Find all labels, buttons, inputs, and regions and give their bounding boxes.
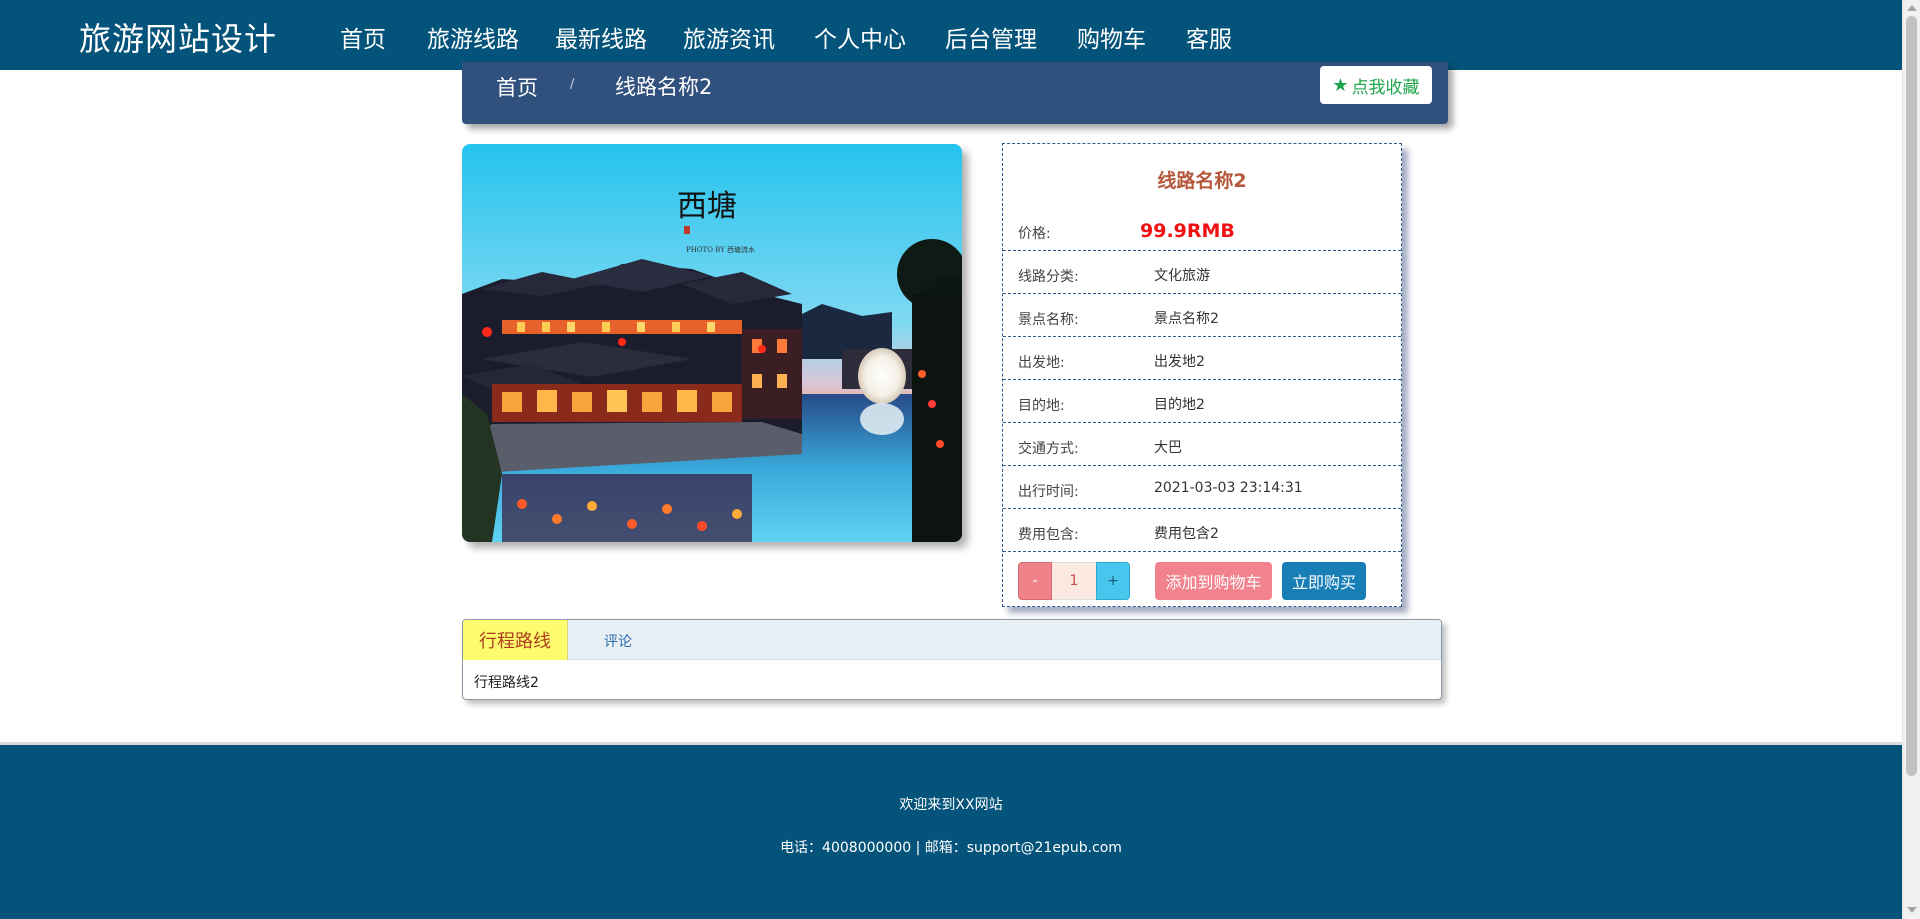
info-value: 景点名称2 [1154, 311, 1219, 327]
tab-content: 行程路线2 [474, 675, 539, 691]
info-row-scenic-spot: 景点名称: 景点名称2 [1003, 294, 1401, 337]
price-value: 99.9RMB [1140, 220, 1235, 242]
page-scrollbar[interactable] [1902, 0, 1920, 919]
route-title: 线路名称2 [1157, 170, 1247, 192]
tab-comments[interactable]: 评论 [604, 631, 632, 651]
breadcrumb-separator: / [570, 77, 575, 92]
scrollbar-thumb[interactable] [1906, 16, 1917, 776]
info-row-destination: 目的地: 目的地2 [1003, 380, 1401, 423]
nav-item-news[interactable]: 旅游资讯 [683, 20, 775, 54]
info-label: 线路分类: [1018, 269, 1079, 285]
route-info-panel: 线路名称2 价格: 99.9RMB 线路分类: 文化旅游 景点名称: 景点名称2… [1002, 143, 1402, 607]
info-row-travel-time: 出行时间: 2021-03-03 23:14:31 [1003, 466, 1401, 509]
nav-item-latest-routes[interactable]: 最新线路 [555, 20, 647, 54]
nav-item-admin[interactable]: 后台管理 [945, 20, 1037, 54]
info-value: 出发地2 [1154, 354, 1205, 370]
scroll-up-icon[interactable] [1907, 5, 1917, 11]
scroll-down-icon[interactable] [1907, 907, 1917, 913]
footer: 欢迎来到XX网站 电话：4008000000 | 邮箱：support@21ep… [0, 742, 1902, 919]
info-label: 目的地: [1018, 398, 1065, 414]
info-value: 目的地2 [1154, 397, 1205, 413]
info-row-category: 线路分类: 文化旅游 [1003, 251, 1401, 294]
buy-now-button[interactable]: 立即购买 [1282, 562, 1366, 600]
breadcrumb-home-link[interactable]: 首页 [496, 72, 538, 102]
site-brand[interactable]: 旅游网站设计 [79, 14, 277, 60]
info-row-fee-includes: 费用包含: 费用包含2 [1003, 509, 1401, 552]
tab-itinerary[interactable]: 行程路线 [463, 620, 568, 660]
top-navbar: 旅游网站设计 首页 旅游线路 最新线路 旅游资讯 个人中心 后台管理 购物车 客… [0, 0, 1902, 70]
price-label: 价格: [1018, 226, 1051, 242]
nav-item-user-center[interactable]: 个人中心 [814, 20, 906, 54]
info-value: 2021-03-03 23:14:31 [1154, 480, 1303, 496]
info-label: 费用包含: [1018, 527, 1079, 543]
star-icon: ★ [1332, 74, 1349, 96]
favorite-button[interactable]: ★ 点我收藏 [1320, 66, 1432, 104]
add-to-cart-button[interactable]: 添加到购物车 [1155, 562, 1272, 600]
info-value: 费用包含2 [1154, 526, 1219, 542]
detail-tabs: 行程路线 评论 行程路线2 [462, 619, 1442, 700]
nav-item-cart[interactable]: 购物车 [1077, 20, 1146, 54]
favorite-button-label: 点我收藏 [1351, 77, 1420, 98]
info-value: 大巴 [1154, 440, 1182, 456]
quantity-stepper: - 1 + [1018, 562, 1130, 600]
route-photo: 西塘 PHOTO BY 西塘流水 [462, 144, 962, 542]
info-value: 文化旅游 [1154, 268, 1210, 284]
info-label: 交通方式: [1018, 441, 1079, 457]
quantity-input[interactable]: 1 [1052, 562, 1096, 600]
footer-welcome: 欢迎来到XX网站 [899, 797, 1003, 813]
info-row-departure: 出发地: 出发地2 [1003, 337, 1401, 380]
breadcrumb: 首页 / 线路名称2 ★ 点我收藏 [462, 62, 1448, 124]
info-row-transport: 交通方式: 大巴 [1003, 423, 1401, 466]
photo-credit: PHOTO BY 西塘流水 [686, 245, 755, 254]
nav-item-routes[interactable]: 旅游线路 [427, 20, 519, 54]
breadcrumb-current: 线路名称2 [615, 75, 713, 99]
nav-item-home[interactable]: 首页 [340, 20, 386, 54]
photo-calligraphy: 西塘 [677, 189, 737, 224]
footer-contact: 电话：4008000000 | 邮箱：support@21epub.com [780, 840, 1122, 856]
nav-item-support[interactable]: 客服 [1186, 20, 1232, 54]
quantity-decrease-button[interactable]: - [1018, 562, 1052, 600]
info-label: 出行时间: [1018, 484, 1079, 500]
quantity-increase-button[interactable]: + [1096, 562, 1130, 600]
tabs-header: 行程路线 评论 [463, 620, 1441, 660]
info-label: 出发地: [1018, 355, 1065, 371]
info-label: 景点名称: [1018, 312, 1079, 328]
page: 旅游网站设计 首页 旅游线路 最新线路 旅游资讯 个人中心 后台管理 购物车 客… [0, 0, 1920, 919]
